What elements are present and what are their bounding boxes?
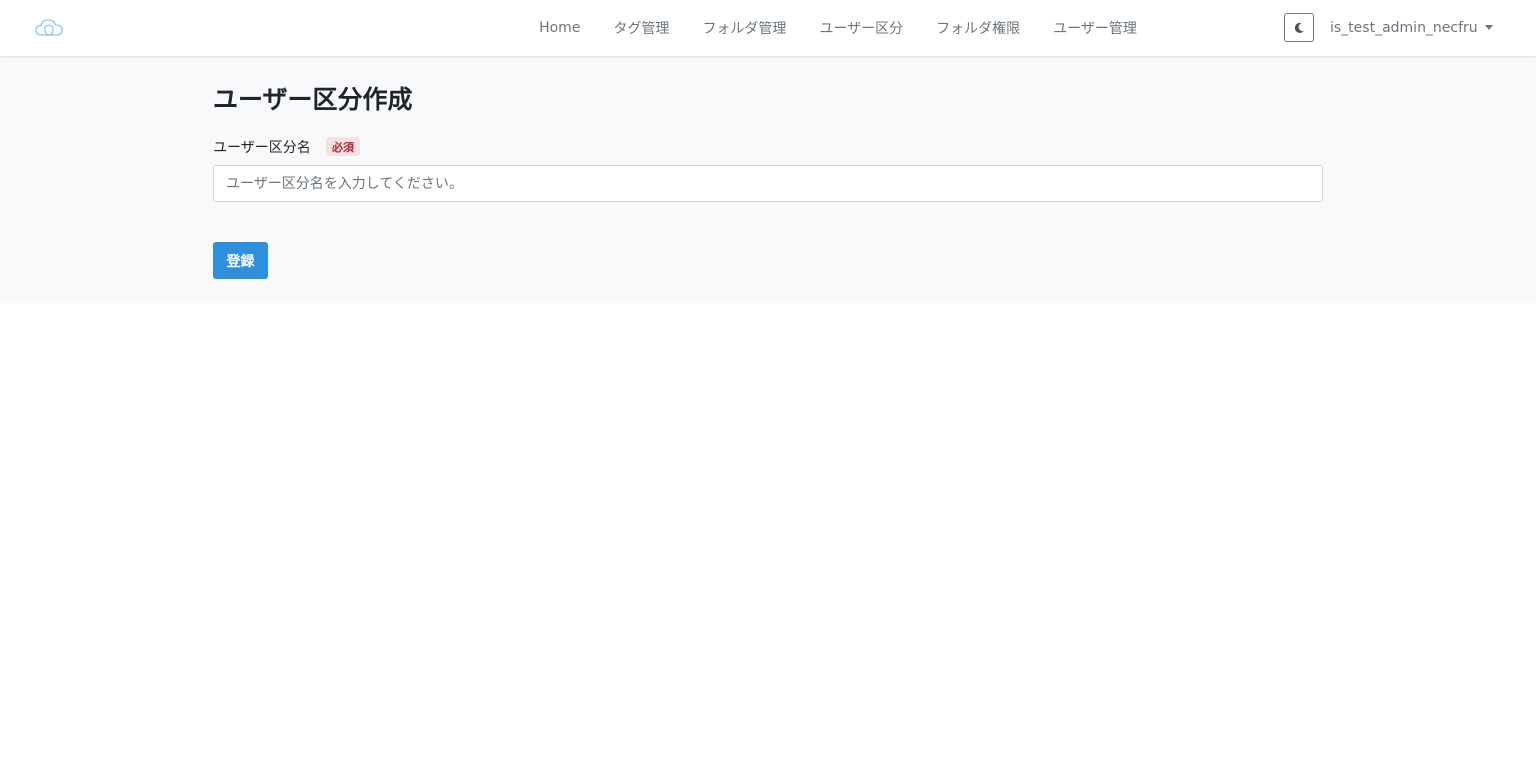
user-category-name-label: ユーザー区分名	[213, 140, 311, 156]
nav-link-folder-management[interactable]: フォルダ管理	[702, 18, 786, 38]
top-navbar: Home タグ管理 フォルダ管理 ユーザー区分 フォルダ権限 ユーザー管理 is…	[0, 0, 1536, 56]
caret-down-icon	[1484, 24, 1493, 30]
nav-link-user-category[interactable]: ユーザー区分	[819, 18, 903, 38]
nav-link-tag-management[interactable]: タグ管理	[613, 18, 669, 38]
moon-icon	[1294, 22, 1304, 33]
nav-link-home[interactable]: Home	[539, 20, 580, 36]
user-menu-dropdown[interactable]: is_test_admin_necfru	[1330, 18, 1493, 38]
user-name: is_test_admin_necfru	[1330, 20, 1478, 36]
user-category-name-input[interactable]	[213, 165, 1323, 202]
register-button[interactable]: 登録	[213, 242, 268, 279]
cloud-shield-icon	[35, 19, 63, 37]
nav-link-user-management[interactable]: ユーザー管理	[1053, 18, 1137, 38]
main-content: ユーザー区分作成 ユーザー区分名 必須 登録	[0, 56, 1536, 303]
brand-logo[interactable]	[34, 15, 64, 41]
theme-toggle-button[interactable]	[1284, 13, 1314, 42]
nav-link-folder-permissions[interactable]: フォルダ権限	[936, 18, 1020, 38]
required-badge: 必須	[326, 137, 360, 156]
page-title: ユーザー区分作成	[213, 85, 413, 114]
nav-links-list: Home タグ管理 フォルダ管理 ユーザー区分 フォルダ権限 ユーザー管理	[539, 18, 1137, 38]
